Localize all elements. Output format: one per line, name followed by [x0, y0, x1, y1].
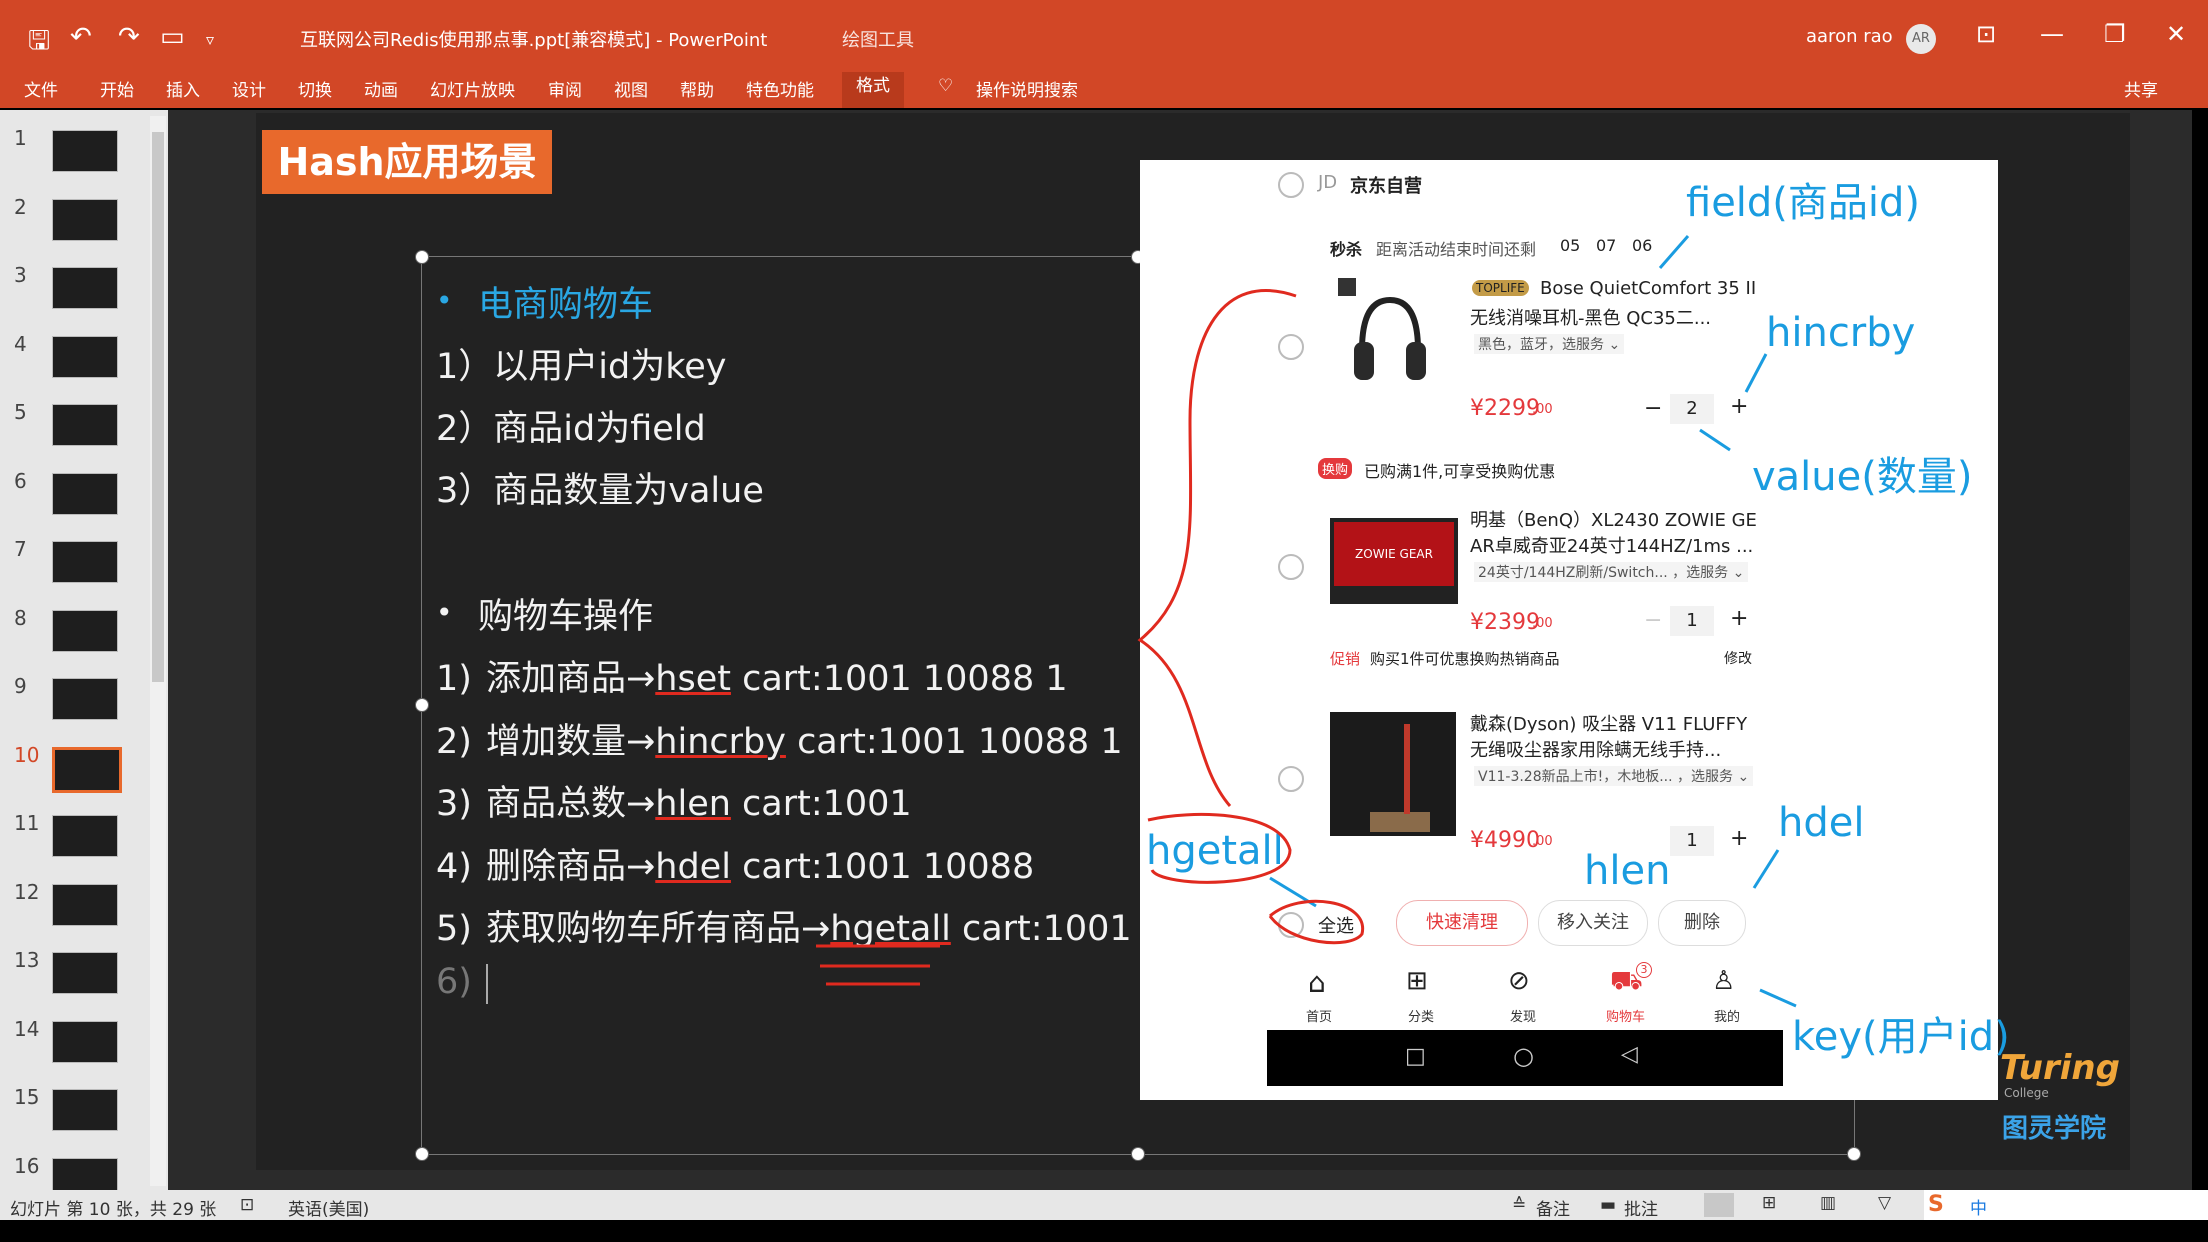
- notes-button[interactable]: 备注: [1536, 1195, 1570, 1220]
- slideshow-icon[interactable]: ▽: [1878, 1193, 1891, 1213]
- reading-view-icon[interactable]: ▥: [1820, 1193, 1836, 1213]
- turing-logo-text: Turing: [2000, 1048, 2120, 1088]
- normal-view-icon[interactable]: [1704, 1193, 1734, 1217]
- language[interactable]: 英语(美国): [288, 1195, 369, 1220]
- status-bar: 幻灯片 第 10 张，共 29 张 ⊡ 英语(美国) ≙ 备注 ▬ 批注 ⊞ ▥…: [0, 1190, 2208, 1220]
- screen-bottom-border: [0, 1220, 2208, 1242]
- comments-icon[interactable]: ▬: [1600, 1195, 1616, 1215]
- comments-button[interactable]: 批注: [1624, 1195, 1658, 1220]
- spellcheck-icon[interactable]: ⊡: [240, 1195, 254, 1215]
- ime-toolbar[interactable]: [1924, 1190, 2208, 1220]
- turing-logo-cn: 图灵学院: [2002, 1114, 2107, 1144]
- sogou-ime-icon[interactable]: S: [1928, 1192, 1944, 1217]
- slide-sorter-icon[interactable]: ⊞: [1762, 1193, 1776, 1213]
- notes-icon[interactable]: ≙: [1512, 1195, 1526, 1215]
- ime-mode-icon[interactable]: 中: [1970, 1194, 1987, 1219]
- turing-logo-sub: College: [2004, 1086, 2049, 1100]
- annotation-strokes: [816, 235, 1797, 1008]
- slide-counter[interactable]: 幻灯片 第 10 张，共 29 张: [10, 1195, 216, 1220]
